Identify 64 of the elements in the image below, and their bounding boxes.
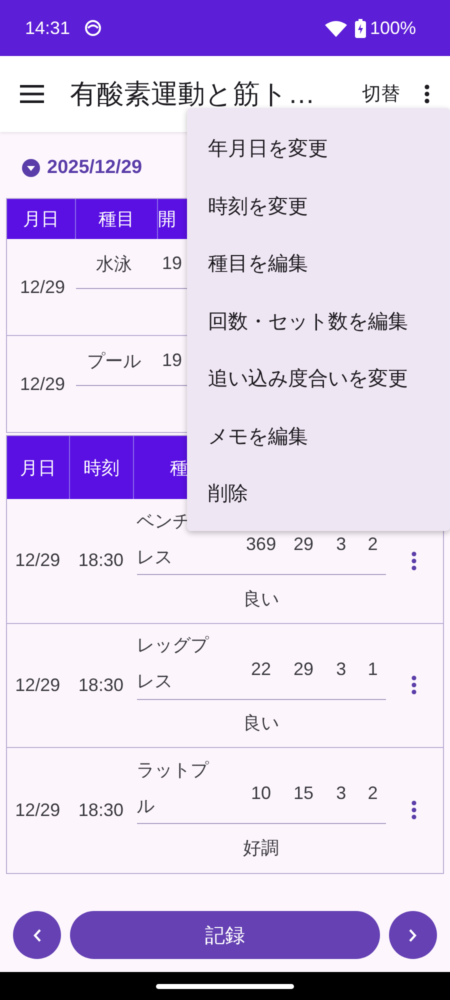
table-cell-text: ル xyxy=(136,794,155,818)
menu-item[interactable]: 時刻を変更 xyxy=(187,178,450,236)
battery-level: 100% xyxy=(370,18,416,38)
table-cell-text: 2 xyxy=(366,534,379,555)
row-options-icon[interactable] xyxy=(411,550,418,571)
previous-button[interactable] xyxy=(13,911,61,959)
date-picker-button[interactable]: 2025/12/29 xyxy=(22,157,142,179)
column-header: 月日 xyxy=(7,199,76,239)
table-cell-text: 良い xyxy=(243,712,280,736)
table-cell-text: 3 xyxy=(335,658,348,680)
table-cell-text: レス xyxy=(136,546,173,568)
table-cell-text: 15 xyxy=(292,783,315,804)
screen-title: 有酸素運動と筋ト… xyxy=(70,78,316,111)
wifi-icon xyxy=(324,20,347,36)
row-options-icon[interactable] xyxy=(411,675,418,696)
table-cell: 12/29 xyxy=(20,374,66,394)
more-options-icon[interactable] xyxy=(424,84,430,104)
table-cell: 12/29 xyxy=(15,800,60,821)
menu-item[interactable]: 年月日を変更 xyxy=(187,121,450,178)
table-cell-text: 29 xyxy=(292,658,315,680)
chevron-right-icon xyxy=(409,928,417,942)
table-cell-text: 369 xyxy=(245,534,278,555)
battery-icon xyxy=(354,18,366,38)
notification-icon xyxy=(84,19,102,37)
table-cell-text: 29 xyxy=(292,534,315,555)
clock-time: 14:31 xyxy=(25,18,70,38)
table-cell-text: 10 xyxy=(250,783,272,804)
table-cell-text: 3 xyxy=(335,783,348,804)
column-header: 種目 xyxy=(76,199,158,239)
table-cell-text: プール xyxy=(86,350,142,372)
table-cell-text: 3 xyxy=(335,534,348,555)
table-cell: 12/29 xyxy=(20,276,66,298)
table-cell: 19 xyxy=(162,350,182,371)
next-button[interactable] xyxy=(389,911,437,959)
menu-item[interactable]: 回数・セット数を編集 xyxy=(187,294,450,351)
menu-item[interactable]: 追い込み度合いを変更 xyxy=(187,351,450,408)
chevron-left-icon xyxy=(33,928,41,942)
row-options-icon[interactable] xyxy=(411,800,418,820)
home-handle[interactable] xyxy=(156,984,294,988)
table-cell-text: 2 xyxy=(366,783,379,804)
table-cell-text: 好調 xyxy=(243,837,280,860)
dropdown-icon xyxy=(22,159,40,177)
table-cell-text: 22 xyxy=(250,658,272,680)
table-cell-text: レッグプ xyxy=(136,634,209,657)
column-header: 開 xyxy=(158,208,177,231)
column-header: 種 xyxy=(169,456,188,480)
column-header: 月日 xyxy=(7,436,70,499)
menu-item[interactable]: 種目を編集 xyxy=(187,236,450,294)
table-cell: 19 xyxy=(162,253,182,274)
table-cell-text: 1 xyxy=(366,658,379,680)
table-cell: 12/29 xyxy=(15,550,60,572)
table-cell-text: ラットプ xyxy=(136,758,209,782)
table-cell-text: レス xyxy=(136,670,173,693)
record-button[interactable]: 記録 xyxy=(70,911,380,959)
table-cell: 18:30 xyxy=(78,674,124,696)
switch-button[interactable]: 切替 xyxy=(362,81,400,107)
table-cell-text: 良い xyxy=(243,588,280,611)
table-cell: 18:30 xyxy=(78,550,124,572)
table-cell-text: 水泳 xyxy=(95,252,133,276)
menu-item[interactable]: メモを編集 xyxy=(187,408,450,466)
table-cell: 18:30 xyxy=(78,800,124,821)
menu-icon[interactable] xyxy=(20,85,44,103)
column-header: 時刻 xyxy=(70,436,134,499)
table-cell: 12/29 xyxy=(15,674,60,696)
